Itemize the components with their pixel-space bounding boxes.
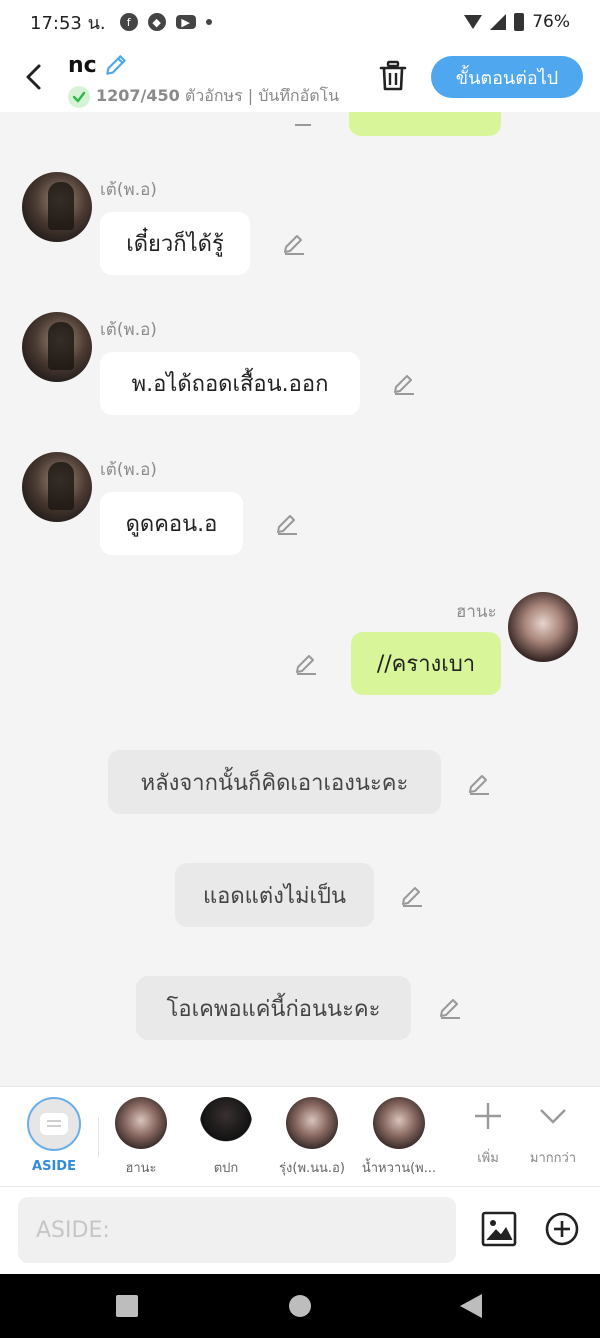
edit-message-pencil-icon[interactable] — [392, 372, 416, 396]
narration-bubble[interactable]: โอเคพอแค่นี้ก่อนนะคะ — [136, 976, 411, 1040]
character-namwan[interactable]: น้ำหวาน(พ... — [357, 1097, 441, 1178]
character-label: ตปก — [213, 1161, 239, 1176]
edit-message-pencil-icon[interactable] — [400, 884, 424, 908]
character-hana[interactable]: ฮานะ — [101, 1097, 181, 1178]
delete-button[interactable] — [378, 60, 408, 92]
avatar[interactable] — [22, 172, 92, 242]
chat-area[interactable]: เต้(พ.อ) เดี๋ยวก็ได้รู้ เต้(พ.อ) พ.อได้ถ… — [0, 112, 600, 1086]
narration-bubble[interactable]: แอดแต่งไม่เป็น — [175, 863, 374, 927]
avatar — [115, 1097, 167, 1149]
image-icon — [481, 1211, 517, 1247]
check-icon — [68, 85, 90, 108]
sender-name: เต้(พ.อ) — [100, 460, 157, 480]
character-tpk[interactable]: ตปก — [186, 1097, 266, 1178]
message-bubble[interactable]: เดี๋ยวก็ได้รู้ — [100, 212, 250, 275]
wifi-icon — [464, 15, 483, 29]
character-label: น้ำหวาน(พ... — [361, 1161, 437, 1176]
recents-button[interactable] — [116, 1295, 138, 1317]
facebook-icon: f — [119, 13, 138, 31]
status-time: 17:53 น. — [30, 12, 106, 34]
sender-name: เต้(พ.อ) — [100, 320, 157, 340]
edit-message-pencil-icon[interactable] — [467, 772, 491, 796]
status-bar: 17:53 น. f ◆ ▶ 76% — [0, 0, 600, 44]
chevron-down-icon — [523, 1101, 583, 1141]
signal-icon — [490, 14, 507, 30]
status-right: 76% — [464, 12, 570, 32]
home-button[interactable] — [289, 1295, 311, 1317]
avatar — [286, 1097, 338, 1149]
sender-name: ฮานะ — [456, 602, 497, 622]
title-row: nc — [68, 52, 129, 78]
avatar[interactable] — [22, 452, 92, 522]
chat-header: nc 1207/450 ตัวอักษร | บันทึกอัตโน ขั้นต… — [0, 44, 600, 112]
trash-icon — [379, 60, 407, 91]
message-input[interactable] — [18, 1197, 456, 1263]
next-step-button[interactable]: ขั้นตอนต่อไป — [431, 56, 583, 98]
sender-name: เต้(พ.อ) — [100, 180, 157, 200]
counter-row: 1207/450 ตัวอักษร | บันทึกอัตโน — [68, 84, 339, 109]
aside-icon — [27, 1097, 81, 1151]
character-selector: ASIDE ฮานะ ตปก รุ่ง(พ.นน.อ) น้ำหวาน(พ...… — [0, 1086, 600, 1186]
add-button[interactable] — [545, 1212, 579, 1246]
messenger-icon: ◆ — [147, 13, 166, 31]
character-label: ฮานะ — [125, 1161, 157, 1176]
system-back-button[interactable] — [460, 1294, 482, 1318]
edit-message-pencil-icon[interactable] — [294, 652, 318, 676]
expand-label: มากกว่า — [529, 1151, 577, 1166]
message-bubble[interactable]: พ.อได้ถอดเสื้อน.ออก — [100, 352, 360, 415]
character-label: รุ่ง(พ.นน.อ) — [279, 1161, 345, 1176]
edit-message-pencil-icon[interactable] — [282, 232, 306, 256]
add-label: เพิ่ม — [477, 1151, 499, 1166]
message-input-bar — [0, 1186, 600, 1274]
character-rung[interactable]: รุ่ง(พ.นน.อ) — [272, 1097, 352, 1178]
battery-icon — [514, 13, 525, 31]
expand-characters-button[interactable]: มากกว่า — [523, 1101, 583, 1168]
char-counter: 1207/450 ตัวอักษร | บันทึกอัตโน — [96, 86, 340, 105]
edit-message-pencil-icon[interactable] — [438, 996, 462, 1020]
avatar[interactable] — [508, 592, 578, 662]
more-notifications-dot — [205, 19, 212, 25]
partial-edit-icon — [293, 112, 313, 126]
avatar — [200, 1097, 252, 1149]
edit-title-pencil-icon[interactable] — [103, 52, 129, 78]
narration-bubble[interactable]: หลังจากนั้นก็คิดเอาเองนะคะ — [108, 750, 441, 814]
youtube-icon: ▶ — [175, 15, 196, 29]
add-character-button[interactable]: เพิ่ม — [458, 1101, 518, 1168]
notification-icons: f ◆ ▶ — [119, 13, 212, 31]
edit-message-pencil-icon[interactable] — [275, 512, 299, 536]
divider — [98, 1117, 99, 1157]
page-title: nc — [68, 52, 97, 78]
avatar — [373, 1097, 425, 1149]
insert-image-button[interactable] — [481, 1211, 517, 1247]
battery-level: 76% — [532, 12, 570, 32]
avatar[interactable] — [22, 312, 92, 382]
character-aside[interactable]: ASIDE — [14, 1097, 94, 1174]
back-button[interactable] — [18, 60, 48, 94]
system-nav-bar — [0, 1274, 600, 1338]
message-bubble-mine[interactable]: //ครางเบา — [351, 632, 501, 695]
plus-circle-icon — [545, 1212, 579, 1246]
chevron-left-icon — [26, 64, 41, 90]
message-bubble[interactable]: ดูดคอน.อ — [100, 492, 243, 555]
character-label: ASIDE — [32, 1159, 76, 1174]
partial-message-bubble[interactable] — [349, 112, 501, 136]
plus-icon — [458, 1101, 518, 1141]
